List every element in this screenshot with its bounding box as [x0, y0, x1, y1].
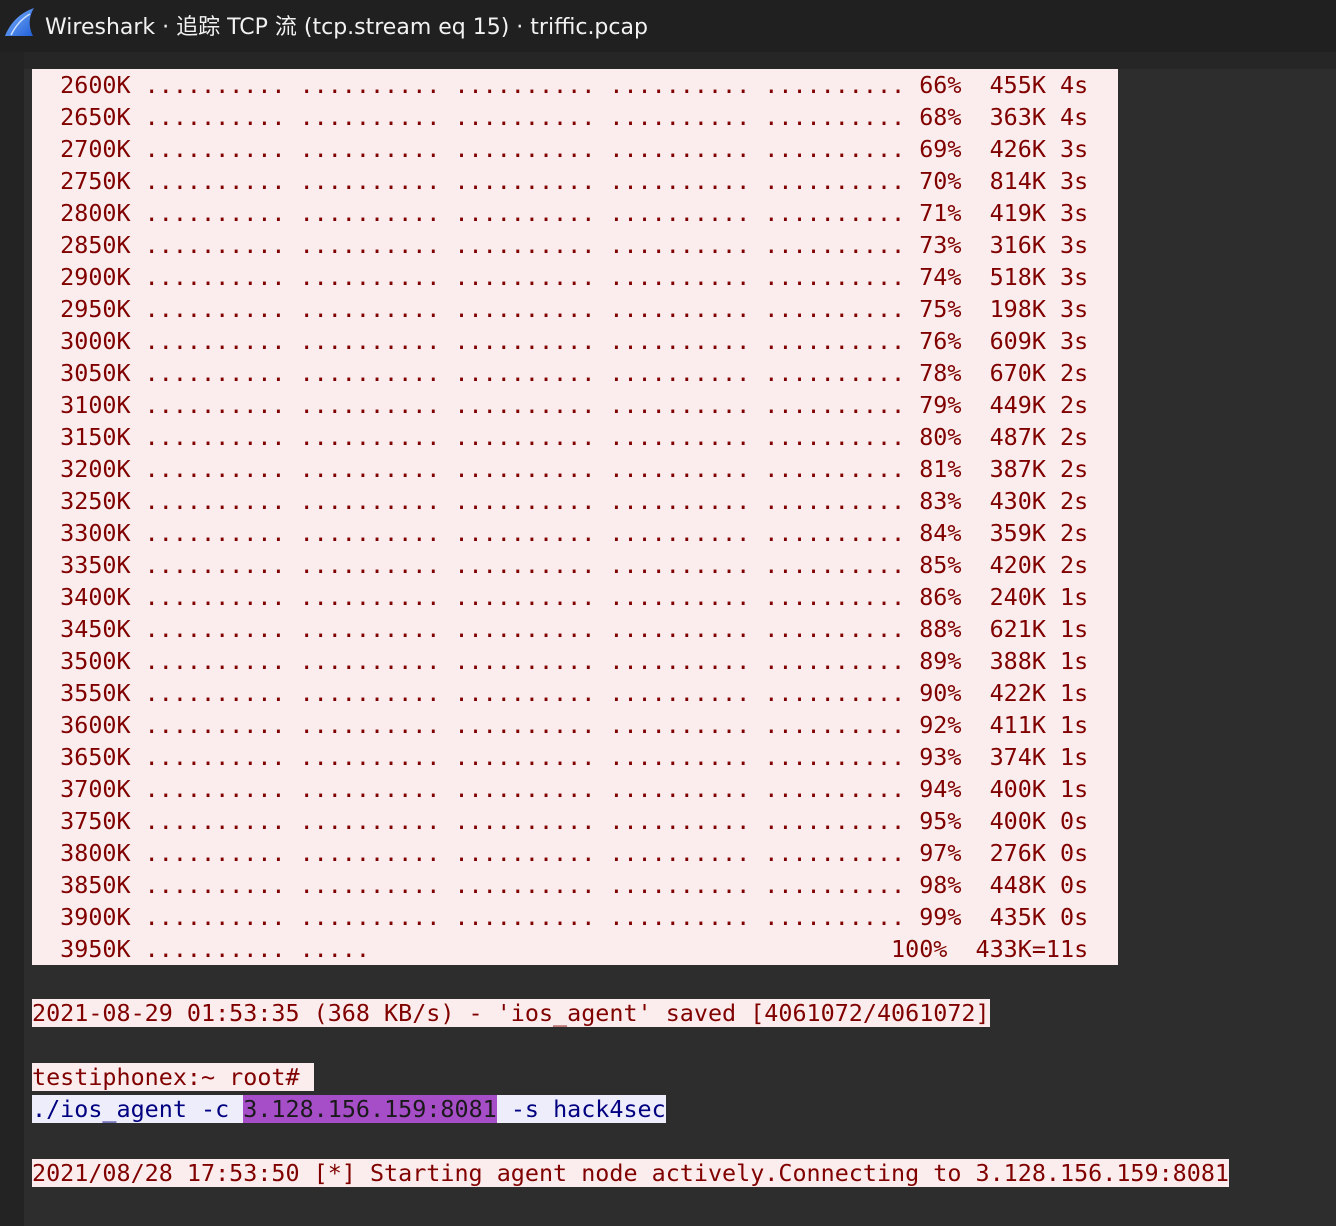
agent-start-line: 2021/08/28 17:53:50 [*] Starting agent n… — [32, 1159, 1229, 1187]
left-gutter — [0, 52, 24, 1226]
progress-line: 3800K .......... .......... .......... .… — [32, 839, 1089, 867]
command-prefix: ./ios_agent -c — [32, 1095, 244, 1123]
progress-line: 3700K .......... .......... .......... .… — [32, 775, 1089, 803]
progress-line: 3400K .......... .......... .......... .… — [32, 583, 1089, 611]
progress-line: 2700K .......... .......... .......... .… — [32, 135, 1089, 163]
progress-line: 2750K .......... .......... .......... .… — [32, 167, 1089, 195]
wireshark-fin-icon — [5, 8, 34, 36]
saved-line-row: 2021-08-29 01:53:35 (368 KB/s) - 'ios_ag… — [32, 997, 1229, 1029]
progress-line: 3150K .......... .......... .......... .… — [32, 423, 1089, 451]
progress-line: 3350K .......... .......... .......... .… — [32, 551, 1089, 579]
progress-line: 3900K .......... .......... .......... .… — [32, 903, 1089, 931]
progress-line: 2850K .......... .......... .......... .… — [32, 231, 1089, 259]
tcp-stream-text[interactable]: 2600K .......... .......... .......... .… — [32, 69, 1229, 1189]
progress-line: 2600K .......... .......... .......... .… — [32, 71, 1089, 99]
content-top-edge — [0, 52, 1336, 69]
progress-line: 3550K .......... .......... .......... .… — [32, 679, 1089, 707]
progress-line: 3100K .......... .......... .......... .… — [32, 391, 1089, 419]
server-progress-block: 2600K .......... .......... .......... .… — [32, 69, 1118, 965]
command-suffix: -s hack4sec — [496, 1095, 666, 1123]
progress-line: 3750K .......... .......... .......... .… — [32, 807, 1089, 835]
window-titlebar: Wireshark · 追踪 TCP 流 (tcp.stream eq 15) … — [0, 0, 1336, 52]
agent-line-row: 2021/08/28 17:53:50 [*] Starting agent n… — [32, 1157, 1229, 1189]
progress-line: 3300K .......... .......... .......... .… — [32, 519, 1089, 547]
saved-line: 2021-08-29 01:53:35 (368 KB/s) - 'ios_ag… — [32, 999, 990, 1027]
progress-line: 2950K .......... .......... .......... .… — [32, 295, 1089, 323]
progress-line: 3850K .......... .......... .......... .… — [32, 871, 1089, 899]
highlighted-address: 3.128.156.159:8081 — [243, 1095, 497, 1123]
shell-prompt: testiphonex:~ root# — [32, 1063, 314, 1091]
client-command-row: ./ios_agent -c 3.128.156.159:8081 -s hac… — [32, 1093, 1229, 1125]
prompt-line-row: testiphonex:~ root# — [32, 1061, 1229, 1093]
progress-line: 2800K .......... .......... .......... .… — [32, 199, 1089, 227]
progress-line: 3950K .......... ..... 100% 433K=11s — [32, 935, 1089, 963]
progress-line: 3450K .......... .......... .......... .… — [32, 615, 1089, 643]
progress-line: 3600K .......... .......... .......... .… — [32, 711, 1089, 739]
progress-line: 3500K .......... .......... .......... .… — [32, 647, 1089, 675]
progress-line: 3050K .......... .......... .......... .… — [32, 359, 1089, 387]
progress-line: 3650K .......... .......... .......... .… — [32, 743, 1089, 771]
progress-line: 3000K .......... .......... .......... .… — [32, 327, 1089, 355]
progress-line: 3200K .......... .......... .......... .… — [32, 455, 1089, 483]
progress-line: 2650K .......... .......... .......... .… — [32, 103, 1089, 131]
window-title: Wireshark · 追踪 TCP 流 (tcp.stream eq 15) … — [45, 15, 648, 40]
progress-line: 2900K .......... .......... .......... .… — [32, 263, 1089, 291]
progress-line: 3250K .......... .......... .......... .… — [32, 487, 1089, 515]
